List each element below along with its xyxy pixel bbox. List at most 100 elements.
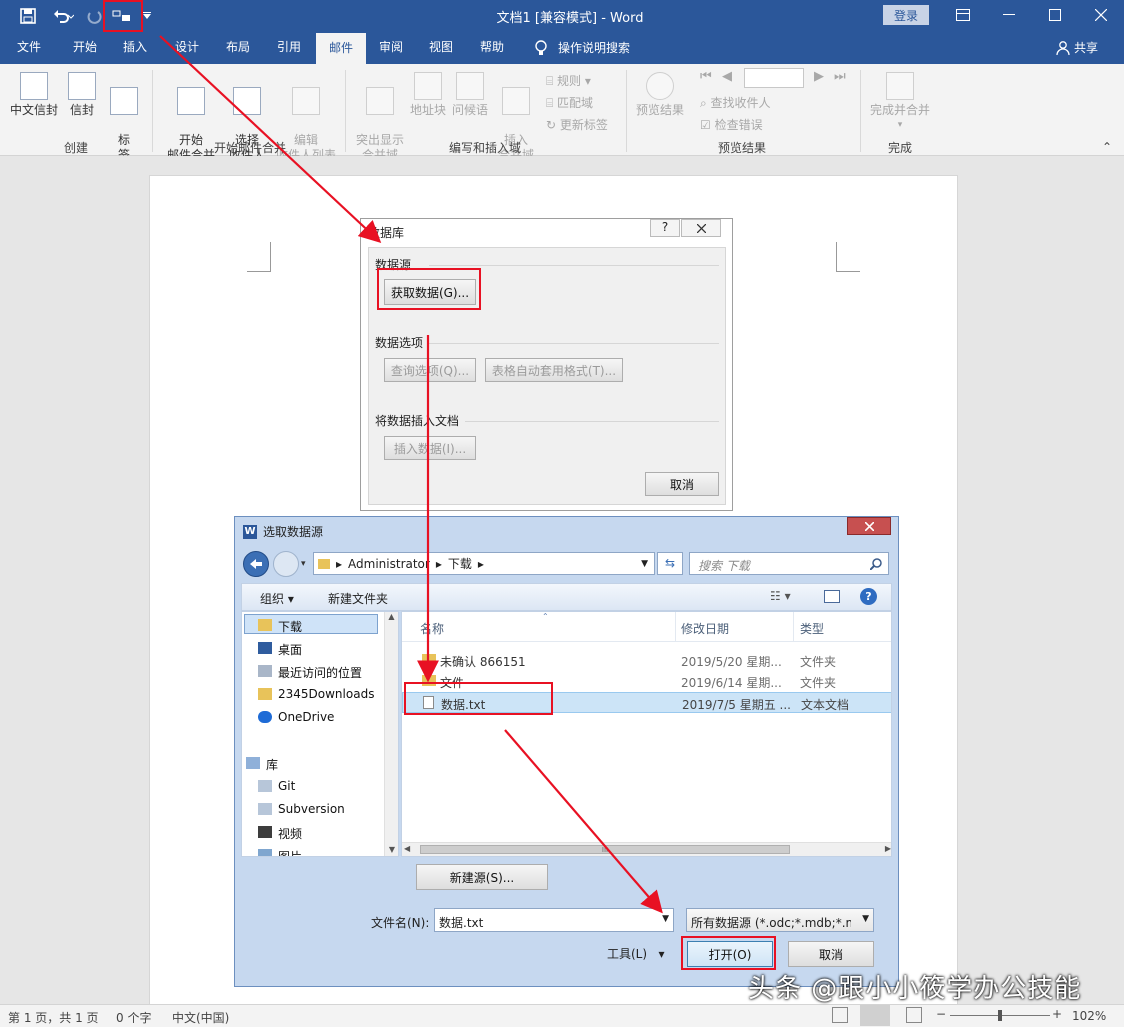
nav-item-recent-places[interactable]: 最近访问的位置 bbox=[278, 664, 362, 681]
match-fields-button[interactable]: ⌸ 匹配域 bbox=[546, 94, 593, 111]
envelopes-button[interactable]: 信封 bbox=[64, 72, 100, 118]
file-dialog-close-button[interactable] bbox=[847, 517, 891, 535]
address-block-button[interactable]: 地址块 bbox=[408, 72, 448, 118]
tab-references[interactable]: 引用 bbox=[266, 32, 312, 63]
person-icon bbox=[1056, 40, 1070, 55]
dialog-close-button[interactable] bbox=[681, 219, 721, 237]
nav-item-subversion[interactable]: Subversion bbox=[278, 802, 345, 816]
preview-pane-icon[interactable] bbox=[824, 590, 840, 603]
tab-design[interactable]: 设计 bbox=[164, 32, 210, 63]
column-modified[interactable]: 修改日期 bbox=[681, 620, 729, 637]
breadcrumb-administrator[interactable]: Administrator bbox=[348, 557, 430, 571]
nav-item-onedrive[interactable]: OneDrive bbox=[278, 710, 334, 724]
filename-input[interactable]: 数据.txt ▼ bbox=[434, 908, 674, 932]
chinese-envelope-button[interactable]: 中文信封 bbox=[8, 72, 60, 118]
scroll-left-icon[interactable]: ◀ bbox=[404, 844, 410, 853]
scroll-down-icon[interactable]: ▼ bbox=[385, 845, 398, 854]
find-recipient-button[interactable]: ⌕ 查找收件人 bbox=[700, 94, 771, 111]
address-bar[interactable]: ▸ Administrator ▸ 下载 ▸ ▼ bbox=[313, 552, 655, 575]
insert-data-button[interactable]: 插入数据(I)... bbox=[384, 436, 476, 460]
address-dropdown-icon[interactable]: ▼ bbox=[641, 559, 648, 569]
language[interactable]: 中文(中国) bbox=[172, 1009, 229, 1026]
new-folder-button[interactable]: 新建文件夹 bbox=[328, 590, 388, 607]
db-cancel-button[interactable]: 取消 bbox=[645, 472, 719, 496]
tab-help[interactable]: 帮助 bbox=[469, 32, 515, 63]
collapse-ribbon-icon[interactable]: ⌃ bbox=[1102, 140, 1112, 154]
scroll-up-icon[interactable]: ▲ bbox=[385, 612, 398, 621]
nav-item-videos[interactable]: 视频 bbox=[278, 825, 302, 842]
refresh-icon[interactable]: ⇆ bbox=[657, 552, 683, 575]
query-options-button[interactable]: 查询选项(Q)... bbox=[384, 358, 476, 382]
update-labels-button[interactable]: ↻ 更新标签 bbox=[546, 116, 608, 133]
filename-dropdown-icon[interactable]: ▼ bbox=[662, 914, 669, 924]
nav-item-pictures[interactable]: 图片 bbox=[278, 848, 302, 856]
save-icon[interactable] bbox=[16, 4, 40, 28]
tab-layout[interactable]: 布局 bbox=[215, 32, 261, 63]
search-placeholder: 搜索 下载 bbox=[698, 559, 750, 573]
minimize-icon[interactable] bbox=[986, 0, 1032, 30]
word-count[interactable]: 0 个字 bbox=[116, 1009, 151, 1026]
column-type[interactable]: 类型 bbox=[800, 620, 824, 637]
tab-review[interactable]: 审阅 bbox=[368, 32, 414, 63]
group-create-label: 创建 bbox=[63, 141, 88, 155]
search-input[interactable]: 搜索 下载 bbox=[689, 552, 889, 575]
first-record-icon[interactable]: ⏮ bbox=[700, 69, 712, 84]
nav-item-git[interactable]: Git bbox=[278, 779, 295, 793]
close-icon[interactable] bbox=[1078, 0, 1124, 30]
rules-button[interactable]: ⌸ 规则 ▾ bbox=[546, 72, 591, 89]
filetype-dropdown-icon[interactable]: ▼ bbox=[862, 914, 869, 924]
zoom-in-icon[interactable]: + bbox=[1052, 1007, 1062, 1021]
highlight-merge-fields-button[interactable]: 突出显示 合并域 bbox=[352, 72, 408, 163]
login-button[interactable]: 登录 bbox=[883, 5, 929, 25]
scroll-thumb[interactable]: III bbox=[420, 845, 790, 854]
tools-button[interactable]: 工具(L) ▾ bbox=[607, 945, 665, 962]
record-number-input[interactable] bbox=[744, 68, 804, 88]
new-source-button[interactable]: 新建源(S)... bbox=[416, 864, 548, 890]
filetype-select[interactable]: 所有数据源 (*.odc;*.mdb;*.mdb ▼ bbox=[686, 908, 874, 932]
tab-view[interactable]: 视图 bbox=[418, 32, 464, 63]
web-layout-icon[interactable] bbox=[906, 1007, 922, 1023]
nav-item-downloads[interactable]: 下载 bbox=[278, 618, 302, 635]
labels-button[interactable]: 标 签 bbox=[108, 72, 140, 163]
file-cancel-button[interactable]: 取消 bbox=[788, 941, 874, 967]
column-name[interactable]: 名称 bbox=[420, 620, 444, 637]
view-options-icon[interactable]: ☷ ▾ bbox=[770, 589, 791, 603]
file-row[interactable]: 未确认 866151 2019/5/20 星期... 文件夹 bbox=[402, 650, 891, 670]
finish-merge-button[interactable]: 完成并合并 ▾ bbox=[868, 72, 932, 133]
tab-home[interactable]: 开始 bbox=[60, 32, 110, 63]
nav-item-library[interactable]: 库 bbox=[266, 756, 278, 773]
next-record-icon[interactable]: ▶ bbox=[814, 69, 824, 84]
page-count[interactable]: 第 1 页，共 1 页 bbox=[8, 1009, 99, 1026]
tab-insert[interactable]: 插入 bbox=[112, 32, 158, 63]
forward-button[interactable] bbox=[273, 551, 299, 577]
maximize-icon[interactable] bbox=[1032, 0, 1078, 30]
tab-mailings[interactable]: 邮件 bbox=[316, 33, 366, 64]
table-autoformat-button[interactable]: 表格自动套用格式(T)... bbox=[485, 358, 623, 382]
previous-record-icon[interactable]: ◀ bbox=[722, 69, 732, 84]
history-dropdown-icon[interactable]: ▾ bbox=[301, 559, 306, 569]
ribbon-display-icon[interactable] bbox=[940, 0, 986, 30]
print-layout-icon[interactable] bbox=[860, 1005, 890, 1026]
check-errors-button[interactable]: ☑ 检查错误 bbox=[700, 116, 763, 133]
undo-icon[interactable] bbox=[48, 4, 78, 28]
zoom-slider-thumb[interactable] bbox=[998, 1010, 1002, 1021]
nav-item-2345downloads[interactable]: 2345Downloads bbox=[278, 687, 374, 701]
scroll-right-icon[interactable]: ▶ bbox=[885, 844, 891, 853]
tell-me-search[interactable]: 操作说明搜索 bbox=[534, 39, 630, 56]
help-icon[interactable]: ? bbox=[860, 588, 877, 605]
nav-scrollbar[interactable]: ▲ ▼ bbox=[384, 612, 398, 856]
nav-item-desktop[interactable]: 桌面 bbox=[278, 641, 302, 658]
organize-button[interactable]: 组织 ▾ bbox=[260, 590, 294, 607]
read-mode-icon[interactable] bbox=[832, 1007, 848, 1023]
last-record-icon[interactable]: ⏭ bbox=[834, 69, 846, 84]
horizontal-scrollbar[interactable]: ◀ III ▶ bbox=[402, 842, 891, 856]
help-button[interactable]: ? bbox=[650, 219, 680, 237]
greeting-line-button[interactable]: 问候语 bbox=[450, 72, 490, 118]
zoom-level[interactable]: 102% bbox=[1072, 1009, 1106, 1023]
zoom-out-icon[interactable]: − bbox=[936, 1007, 946, 1021]
share-button[interactable]: 共享 bbox=[1056, 39, 1098, 56]
back-button[interactable] bbox=[243, 551, 269, 577]
preview-results-button[interactable]: 预览结果 bbox=[632, 72, 688, 118]
tab-file[interactable]: 文件 bbox=[6, 32, 52, 63]
breadcrumb-downloads[interactable]: 下载 bbox=[448, 555, 472, 572]
